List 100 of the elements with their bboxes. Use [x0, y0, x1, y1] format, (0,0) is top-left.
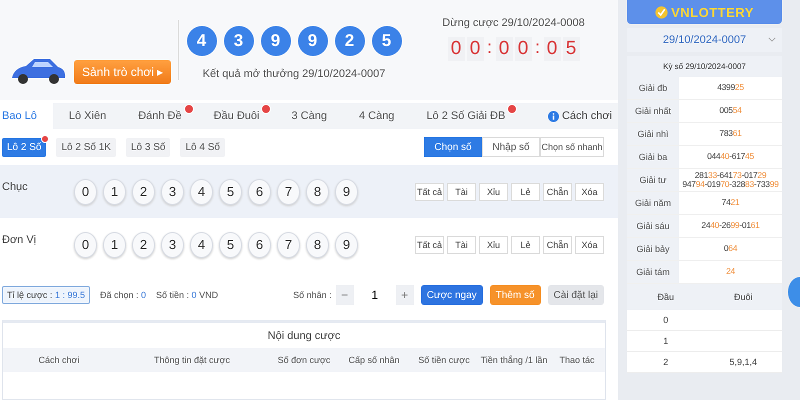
- countdown-digit: 0: [496, 37, 512, 61]
- quick-pick-button[interactable]: Tất cả: [415, 236, 444, 254]
- quick-pick-button[interactable]: Chẵn: [543, 182, 572, 200]
- digit-ball[interactable]: 1: [103, 232, 126, 258]
- countdown-digit: 0: [514, 37, 532, 61]
- quick-pick-button[interactable]: Xóa: [575, 182, 604, 200]
- reset-button[interactable]: Cài đặt lại: [548, 285, 604, 305]
- digit-ball[interactable]: 8: [306, 232, 329, 258]
- multiplier-field[interactable]: 1: [354, 285, 396, 305]
- countdown-digit: 0: [448, 37, 464, 61]
- countdown-digit: 0: [466, 37, 484, 61]
- prize-name: Giải năm: [627, 192, 679, 214]
- countdown-colon: :: [534, 37, 541, 59]
- quick-pick-button[interactable]: Tài: [447, 236, 476, 254]
- result-ball: 5: [372, 26, 402, 56]
- table-title: Nội dung cược: [266, 329, 342, 344]
- quick-pick-button[interactable]: Tài: [447, 182, 476, 200]
- quick-pick-button[interactable]: Lẻ: [511, 236, 540, 254]
- digit-ball[interactable]: 6: [248, 178, 271, 204]
- column-header: Cấp số nhân: [347, 355, 401, 365]
- countdown-digit: 0: [544, 37, 560, 61]
- quick-pick-button[interactable]: Chẵn: [543, 236, 572, 254]
- digit-ball[interactable]: 0: [74, 178, 97, 204]
- check-icon: [655, 6, 668, 18]
- quick-pick-button[interactable]: Xỉu: [479, 182, 508, 200]
- countdown-colon: :: [486, 37, 493, 59]
- subtype-tab[interactable]: Lô 2 Số: [2, 138, 46, 156]
- bet-now-button[interactable]: Cược ngay: [420, 285, 483, 305]
- selected-count: Đã chọn : 0: [100, 290, 146, 300]
- help-link[interactable]: Cách chơi: [562, 110, 612, 122]
- digit-ball[interactable]: 9: [335, 178, 358, 204]
- prize-numbers: 7421: [722, 198, 740, 208]
- digit-ball[interactable]: 4: [190, 178, 213, 204]
- result-ball: 2: [334, 26, 364, 56]
- quick-pick-button[interactable]: Xỉu: [479, 236, 508, 254]
- prize-name: Giải ba: [627, 146, 679, 168]
- result-caption: Kết quả mở thưởng 29/10/2024-0007: [202, 68, 386, 80]
- info-icon: [548, 110, 559, 122]
- digit-ball[interactable]: 2: [132, 178, 155, 204]
- row-label: Chục: [2, 180, 29, 192]
- digit-ball[interactable]: 0: [74, 232, 97, 258]
- digit-ball[interactable]: 7: [277, 232, 300, 258]
- mode-tab[interactable]: Nhập số: [482, 137, 540, 157]
- game-tab[interactable]: Đầu Đuôi: [198, 103, 276, 129]
- prize-name: Giải sáu: [627, 215, 679, 237]
- prize-numbers: 064: [724, 244, 738, 254]
- prize-name: Giải tám: [627, 261, 679, 283]
- quick-pick-button[interactable]: Lẻ: [511, 182, 540, 200]
- quick-pick-button[interactable]: Tất cả: [415, 182, 444, 200]
- prize-name: Giải nhì: [627, 123, 679, 145]
- countdown-digit: 5: [562, 37, 580, 61]
- game-tab[interactable]: Lô Xiên: [52, 103, 122, 129]
- odds-badge: Tỉ lệ cược : 1 : 99.5: [2, 286, 90, 304]
- game-tab[interactable]: Đánh Đề: [122, 103, 198, 129]
- digit-ball[interactable]: 7: [277, 178, 300, 204]
- column-header: Cách chơi: [38, 355, 80, 365]
- column-header: Thông tin đặt cược: [153, 355, 231, 365]
- table-cell: 5,9,1,4: [729, 357, 758, 367]
- subtype-tab[interactable]: Lô 4 Số: [180, 138, 225, 156]
- digit-ball[interactable]: 5: [219, 232, 242, 258]
- digit-ball[interactable]: 8: [306, 178, 329, 204]
- prize-numbers: 24: [726, 267, 735, 277]
- prize-name: Giải tư: [627, 169, 679, 191]
- column-header: Số đơn cược: [276, 355, 332, 365]
- chevron-down-icon: [768, 37, 776, 42]
- digit-ball[interactable]: 4: [190, 232, 213, 258]
- digit-ball[interactable]: 3: [161, 178, 184, 204]
- mode-tab[interactable]: Chọn số nhanh: [540, 137, 604, 157]
- logo-text: VNLOTTERY: [671, 4, 754, 20]
- column-header: Đuôi: [732, 292, 754, 302]
- digit-ball[interactable]: 2: [132, 232, 155, 258]
- digit-ball[interactable]: 3: [161, 232, 184, 258]
- result-ball: 9: [298, 26, 328, 56]
- digit-ball[interactable]: 1: [103, 178, 126, 204]
- prize-numbers: 94794-01970-32883-73399: [682, 180, 779, 190]
- prize-numbers: 439925: [717, 83, 744, 93]
- game-tab[interactable]: 3 Càng: [275, 103, 343, 129]
- game-tab[interactable]: 4 Càng: [342, 103, 410, 129]
- digit-ball[interactable]: 5: [219, 178, 242, 204]
- table-cell-text: 1: [662, 336, 670, 346]
- bet-amount: Số tiền : 0 VND: [156, 290, 218, 300]
- draw-title: Kỳ số 29/10/2024-0007: [627, 56, 782, 77]
- draw-select[interactable]: 29/10/2024-0007: [627, 28, 782, 52]
- prize-name: Giải đb: [627, 77, 679, 99]
- prize-name: Giải nhất: [627, 100, 679, 122]
- subtype-tab[interactable]: Lô 2 Số 1K: [56, 138, 116, 156]
- digit-ball[interactable]: 6: [248, 232, 271, 258]
- mode-tab[interactable]: Chọn số: [424, 137, 482, 157]
- game-tab[interactable]: Bao Lô: [0, 103, 53, 129]
- column-header: Số tiền cược: [417, 355, 471, 365]
- stop-caption: Dừng cược 29/10/2024-0008: [442, 17, 585, 29]
- column-header: Tiền thắng /1 lần: [480, 355, 548, 365]
- row-label: Đơn Vị: [2, 234, 38, 246]
- result-ball: 3: [224, 26, 254, 56]
- digit-ball[interactable]: 9: [335, 232, 358, 258]
- prize-numbers: 00554: [719, 106, 742, 116]
- quick-pick-button[interactable]: Xóa: [575, 236, 604, 254]
- game-tab[interactable]: Lô 2 Số Giải ĐB: [410, 103, 522, 129]
- subtype-tab[interactable]: Lô 3 Số: [126, 138, 170, 156]
- prize-numbers: 2440-2699-0161: [701, 221, 760, 231]
